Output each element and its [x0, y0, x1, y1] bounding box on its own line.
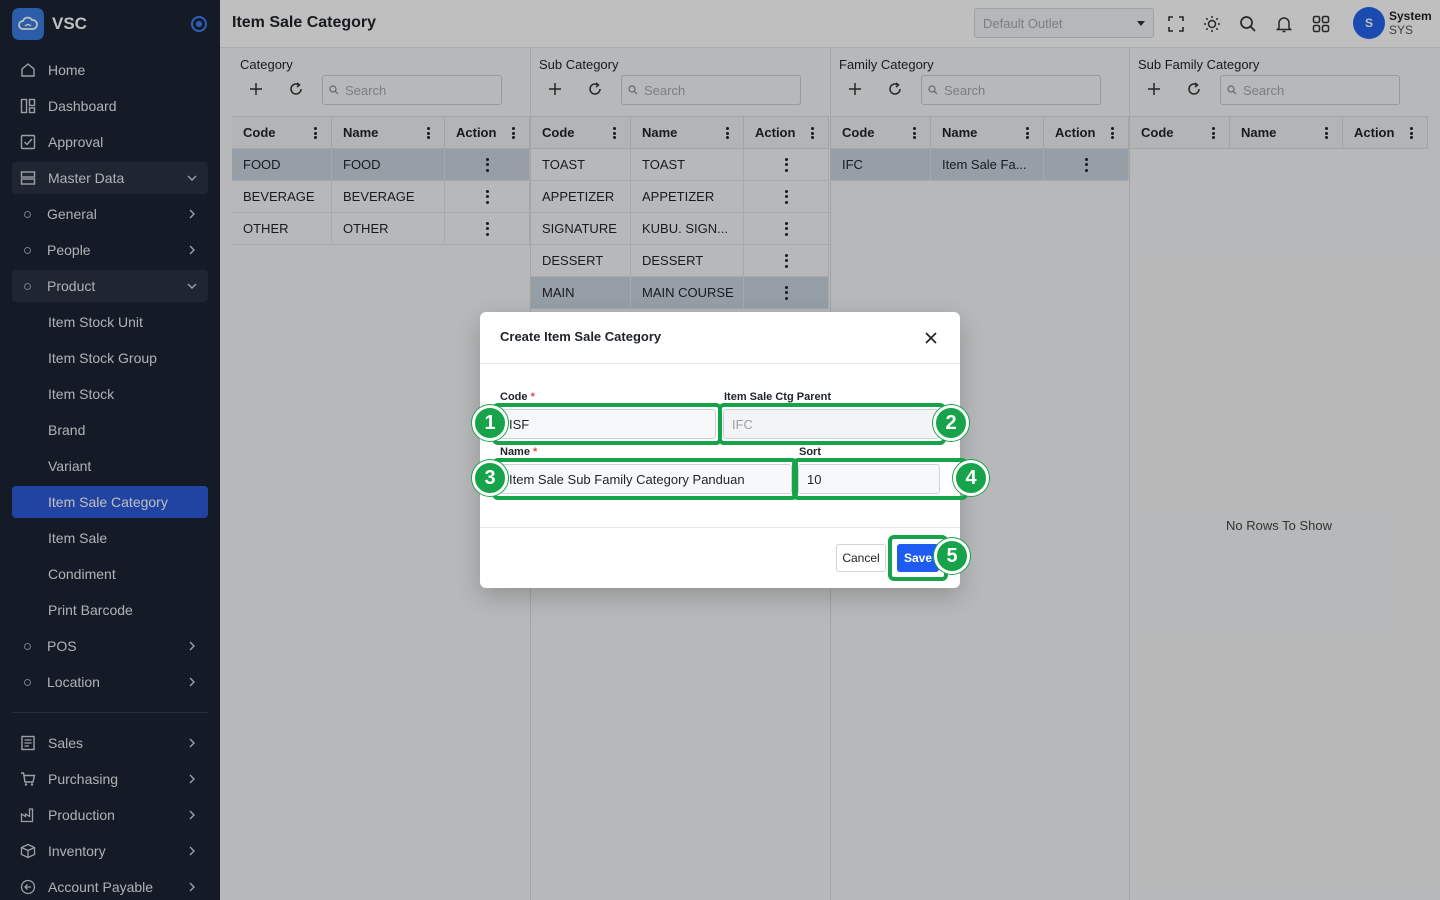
step-badge-3: 3	[472, 460, 508, 496]
required-mark: *	[530, 391, 535, 403]
dialog-title: Create Item Sale Category	[500, 329, 662, 344]
highlight-code-field	[492, 403, 722, 445]
step-badge-1: 1	[472, 405, 508, 441]
code-label-text: Code	[500, 391, 528, 403]
cancel-button[interactable]: Cancel	[836, 544, 886, 572]
highlight-name-field	[492, 458, 798, 500]
step-badge-4: 4	[953, 460, 989, 496]
close-icon[interactable]	[924, 331, 938, 345]
highlight-sort-field	[792, 458, 968, 500]
dialog-header: Create Item Sale Category	[480, 312, 960, 364]
sort-label: Sort	[799, 446, 821, 458]
required-mark: *	[533, 446, 538, 458]
name-label: Name *	[500, 446, 537, 458]
highlight-parent-field	[718, 403, 946, 445]
step-badge-5: 5	[934, 538, 970, 574]
code-label: Code *	[500, 391, 535, 403]
name-label-text: Name	[500, 446, 530, 458]
step-badge-2: 2	[933, 405, 969, 441]
parent-label: Item Sale Ctg Parent	[724, 391, 831, 403]
